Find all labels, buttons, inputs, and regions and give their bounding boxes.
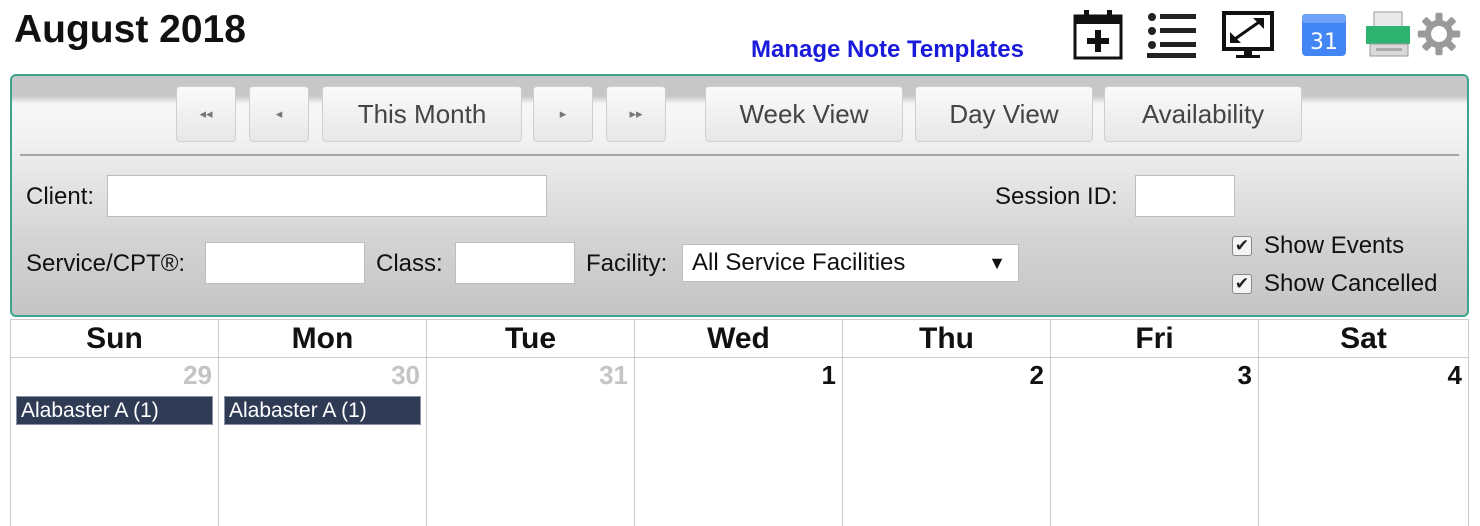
week-view-button[interactable]: Week View [705, 86, 903, 142]
weekday-header-sun: Sun [10, 319, 219, 358]
day-cell[interactable]: 31 [426, 358, 635, 526]
day-number: 3 [1237, 360, 1252, 390]
day-cell[interactable]: 2 [842, 358, 1051, 526]
page-title: August 2018 [14, 8, 246, 51]
day-number: 2 [1029, 360, 1044, 390]
double-chevron-right-icon: ▸▸ [629, 106, 643, 121]
day-number: 30 [391, 360, 420, 390]
add-appointment-icon[interactable] [1072, 8, 1124, 60]
day-cell[interactable]: 1 [634, 358, 843, 526]
day-cell[interactable]: 29 Alabaster A (1) [10, 358, 219, 526]
next-month-button[interactable]: ▸ [533, 86, 593, 142]
show-cancelled-toggle[interactable]: ✔ Show Cancelled [1232, 270, 1437, 298]
appointment-event[interactable]: Alabaster A (1) [16, 396, 213, 425]
manage-note-templates-link[interactable]: Manage Note Templates [751, 36, 1024, 64]
list-view-icon[interactable] [1146, 8, 1198, 60]
day-cell[interactable]: 3 [1050, 358, 1259, 526]
month-calendar-grid: Sun Mon Tue Wed Thu Fri Sat 29 Alabaster… [10, 319, 1469, 526]
svg-text:31: 31 [1310, 30, 1338, 55]
day-cell[interactable]: 30 Alabaster A (1) [218, 358, 427, 526]
double-chevron-left-icon: ◂◂ [199, 106, 213, 121]
facility-select[interactable]: All Service Facilities ▼ [682, 244, 1019, 282]
weekday-header-wed: Wed [634, 319, 843, 358]
this-month-button[interactable]: This Month [322, 86, 522, 142]
chevron-left-icon: ◂ [275, 106, 283, 121]
dropdown-arrow-icon: ▼ [988, 253, 1006, 273]
day-number: 31 [599, 360, 628, 390]
show-cancelled-label: Show Cancelled [1264, 270, 1438, 297]
show-events-label: Show Events [1264, 232, 1405, 259]
facility-label: Facility: [586, 250, 668, 277]
panel-divider [20, 154, 1459, 156]
show-cancelled-checkbox[interactable]: ✔ [1232, 274, 1252, 294]
last-month-button[interactable]: ▸▸ [606, 86, 666, 142]
weekday-header-fri: Fri [1050, 319, 1259, 358]
availability-button[interactable]: Availability [1104, 86, 1302, 142]
weekday-header-tue: Tue [426, 319, 635, 358]
show-events-checkbox[interactable]: ✔ [1232, 236, 1252, 256]
weekday-header-thu: Thu [842, 319, 1051, 358]
google-calendar-icon[interactable]: 31 [1300, 8, 1352, 60]
facility-selected-value: All Service Facilities [692, 249, 906, 276]
previous-month-button[interactable]: ◂ [249, 86, 309, 142]
day-number: 4 [1447, 360, 1462, 390]
first-month-button[interactable]: ◂◂ [176, 86, 236, 142]
session-id-label: Session ID: [995, 183, 1118, 210]
settings-gear-icon[interactable] [1416, 8, 1462, 60]
weekday-header-mon: Mon [218, 319, 427, 358]
day-cell[interactable]: 4 [1258, 358, 1469, 526]
print-icon[interactable] [1362, 8, 1414, 60]
service-cpt-label: Service/CPT®: [26, 250, 186, 277]
session-id-input[interactable] [1135, 175, 1235, 217]
weekday-header-sat: Sat [1258, 319, 1469, 358]
class-input[interactable] [455, 242, 575, 284]
chevron-right-icon: ▸ [559, 106, 567, 121]
client-label: Client: [26, 183, 95, 210]
class-label: Class: [376, 250, 443, 277]
show-events-toggle[interactable]: ✔ Show Events [1232, 232, 1404, 260]
day-number: 29 [183, 360, 212, 390]
client-input[interactable] [107, 175, 547, 217]
service-cpt-input[interactable] [205, 242, 365, 284]
calendar-filter-panel: ◂◂ ◂ This Month ▸ ▸▸ Week View Day View … [10, 74, 1469, 317]
appointment-event[interactable]: Alabaster A (1) [224, 396, 421, 425]
day-number: 1 [821, 360, 836, 390]
fullscreen-icon[interactable] [1222, 8, 1274, 60]
day-view-button[interactable]: Day View [915, 86, 1093, 142]
